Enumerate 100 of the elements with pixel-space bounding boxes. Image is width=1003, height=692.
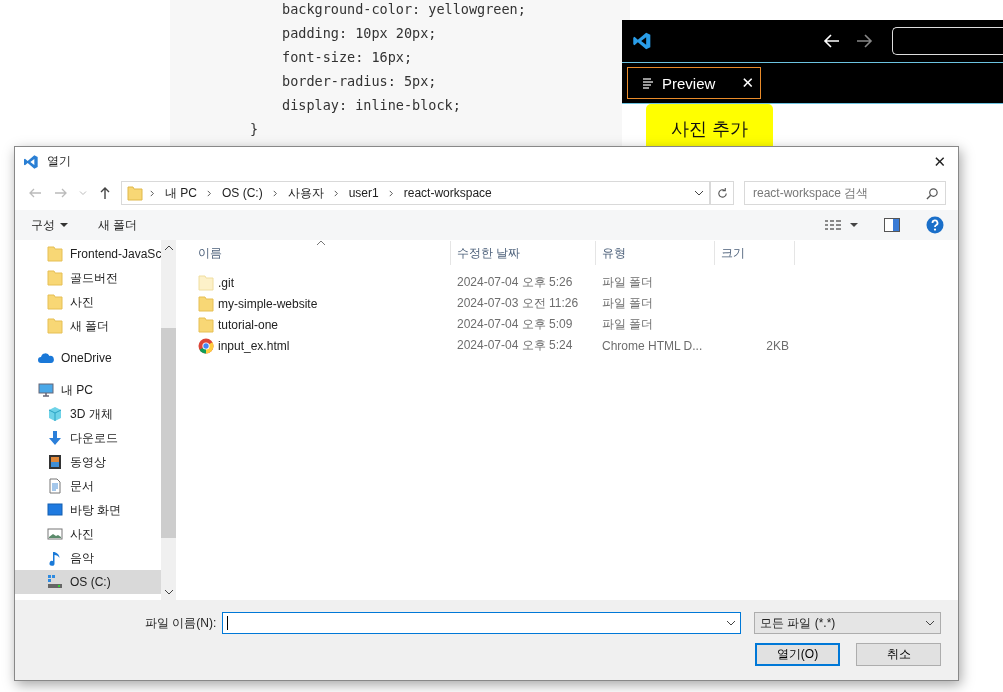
down-arrow-icon — [47, 430, 63, 446]
file-row[interactable]: .git 2024-07-04 오후 5:26 파일 폴더 — [192, 272, 958, 293]
close-tab-button[interactable]: ✕ — [741, 74, 756, 92]
code-line: background-color: yellowgreen; — [282, 0, 526, 19]
browser-icon — [198, 337, 214, 354]
file-row[interactable]: input_ex.html 2024-07-04 오후 5:24 Chrome HTML D... 2KB — [192, 335, 958, 356]
file-name: my-simple-website — [218, 296, 318, 311]
folder-icon — [47, 294, 63, 310]
refresh-icon — [715, 186, 729, 200]
scroll-up-icon[interactable] — [163, 244, 174, 252]
folder-icon — [47, 318, 63, 334]
breadcrumb-item[interactable]: 사용자 — [287, 184, 324, 202]
file-name: tutorial-one — [218, 317, 279, 332]
type-cell-text: Chrome HTML D... — [601, 338, 704, 353]
nav-item[interactable]: 새 폴더 — [15, 314, 162, 338]
folder-icon — [198, 295, 214, 312]
caret-icon — [925, 618, 935, 628]
scrollbar[interactable] — [161, 240, 177, 600]
chevron-icon[interactable] — [149, 189, 156, 197]
app-logo-icon — [632, 31, 652, 51]
nav-item[interactable]: 사진 — [15, 522, 162, 546]
breadcrumb-item[interactable]: 내 PC — [165, 184, 197, 202]
file-name-field[interactable] — [222, 612, 741, 634]
image-icon — [47, 526, 63, 542]
file-row[interactable]: tutorial-one 2024-07-04 오후 5:09 파일 폴더 — [192, 314, 958, 335]
help-icon[interactable] — [926, 216, 944, 234]
search-field[interactable]: react-workspace 검색 — [744, 181, 946, 205]
code-line: border-radius: 5px; — [282, 72, 437, 91]
nav-item[interactable]: Frontend-JavaSc — [15, 242, 162, 266]
address-bar[interactable]: 내 PC OS (C:) 사용자 user1 react-workspace — [121, 181, 710, 205]
nav-item[interactable]: 다운로드 — [15, 426, 162, 450]
chevron-icon[interactable] — [271, 189, 279, 197]
file-name: .git — [218, 275, 234, 290]
column-header[interactable]: 이름 — [192, 241, 451, 265]
chevron-icon[interactable] — [332, 189, 340, 197]
folder-icon — [47, 246, 63, 262]
chevron-icon[interactable] — [387, 189, 395, 197]
nav-item[interactable]: 바탕 화면 — [15, 498, 162, 522]
caret-icon[interactable] — [694, 188, 704, 198]
file-name: input_ex.html — [218, 338, 290, 353]
file-name-label: 파일 이름(N): — [145, 614, 218, 632]
type-cell-text: 파일 폴더 — [601, 316, 655, 333]
date-cell-text: 2024-07-04 오후 5:26 — [456, 274, 574, 291]
caret-icon[interactable] — [850, 221, 858, 229]
app-logo-icon — [23, 153, 39, 170]
date-cell-text: 2024-07-04 오후 5:09 — [456, 316, 574, 333]
breadcrumb-item[interactable]: user1 — [348, 186, 379, 200]
nav-item[interactable]: OneDrive — [15, 346, 162, 370]
refresh-button[interactable] — [710, 181, 734, 205]
caret-icon[interactable] — [60, 221, 68, 229]
nav-item[interactable]: 내 PC — [15, 378, 162, 402]
column-header[interactable]: 수정한 날짜 — [451, 241, 596, 265]
folder-icon — [198, 274, 214, 291]
nav-item[interactable]: 3D 개체 — [15, 402, 162, 426]
scrollbar-thumb[interactable] — [161, 328, 177, 538]
preview-tab[interactable]: Preview ✕ — [627, 67, 761, 99]
toolbar-button[interactable]: 구성 — [31, 216, 68, 234]
code-line: padding: 10px 20px; — [282, 24, 437, 43]
nav-item[interactable]: 골드버전 — [15, 266, 162, 290]
column-header[interactable]: 크기 — [715, 241, 795, 265]
monitor-icon — [38, 382, 54, 398]
code-line: display: inline-block; — [282, 96, 461, 115]
date-cell-text: 2024-07-04 오후 5:24 — [456, 337, 574, 354]
chevron-icon[interactable] — [206, 189, 213, 197]
date-cell-text: 2024-07-03 오전 11:26 — [456, 295, 580, 312]
dialog-button[interactable]: 열기(O) — [755, 643, 840, 666]
size-cell-text: 2KB — [765, 338, 790, 353]
file-type-dropdown[interactable]: 모든 파일 (*.*) — [754, 612, 941, 634]
preview-pane-icon[interactable] — [884, 218, 900, 232]
film-icon — [47, 454, 63, 470]
dialog-button[interactable]: 취소 — [856, 643, 941, 666]
type-cell-text: 파일 폴더 — [601, 274, 655, 291]
breadcrumb-item[interactable]: react-workspace — [403, 186, 492, 200]
search-field[interactable] — [892, 27, 1003, 55]
view-options-icon[interactable] — [824, 219, 842, 231]
window-title: 열기 — [47, 153, 71, 170]
document-icon — [47, 478, 63, 494]
drive-icon — [47, 574, 63, 590]
close-button[interactable]: ✕ — [921, 152, 958, 171]
tab-label: Preview — [662, 74, 716, 92]
file-row[interactable]: my-simple-website 2024-07-03 오전 11:26 파일 폴더 — [192, 293, 958, 314]
column-header[interactable]: 유형 — [596, 241, 715, 265]
lines-icon — [642, 77, 654, 89]
folder-icon — [198, 316, 214, 333]
code-line: } — [250, 120, 259, 139]
search-icon — [926, 187, 939, 200]
folder-icon — [127, 185, 143, 201]
toolbar-button[interactable]: 새 폴더 — [98, 216, 138, 234]
nav-item[interactable]: 문서 — [15, 474, 162, 498]
cube-icon — [47, 406, 63, 422]
nav-item[interactable]: 동영상 — [15, 450, 162, 474]
caret-icon[interactable] — [726, 618, 736, 628]
scroll-down-icon[interactable] — [163, 588, 174, 596]
type-cell-text: 파일 폴더 — [601, 295, 655, 312]
breadcrumb-item[interactable]: OS (C:) — [222, 186, 263, 200]
nav-item[interactable]: 사진 — [15, 290, 162, 314]
nav-item[interactable]: 음악 — [15, 546, 162, 570]
folder-icon — [47, 270, 63, 286]
nav-item[interactable]: OS (C:) — [15, 570, 162, 594]
cloud-icon — [38, 350, 54, 366]
